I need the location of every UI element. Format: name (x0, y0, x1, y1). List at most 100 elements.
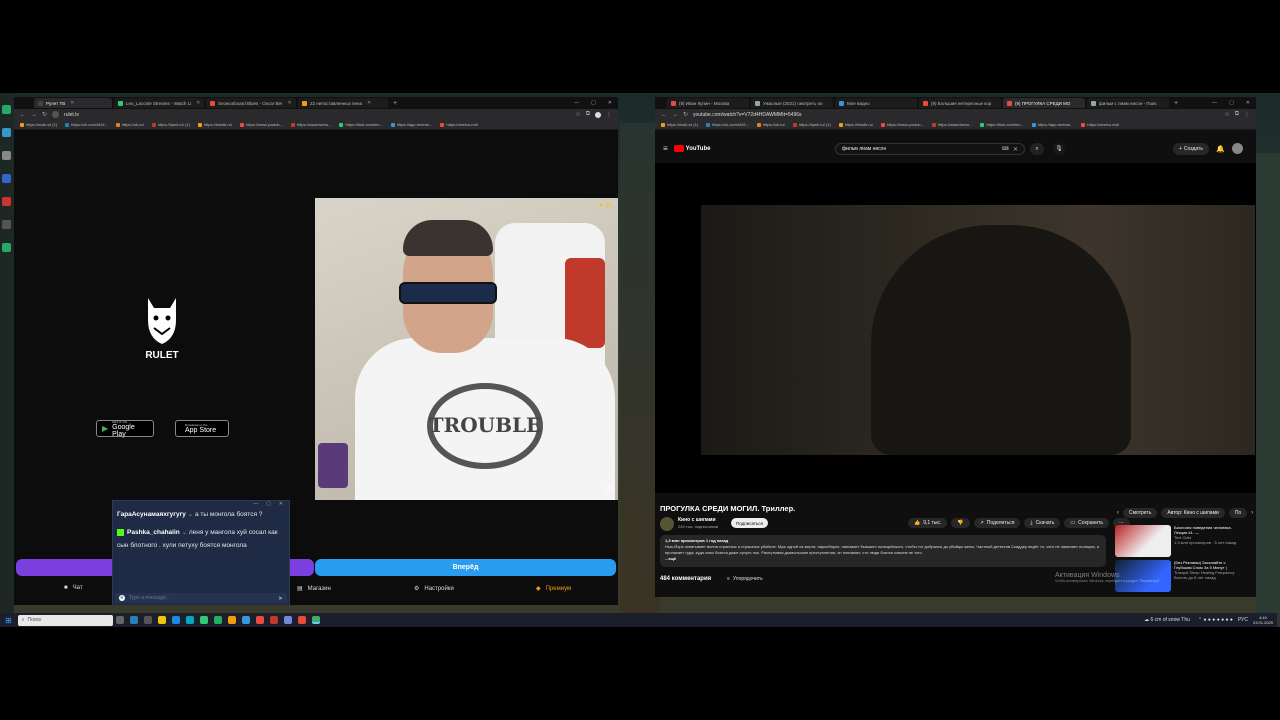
close-icon[interactable]: ✕ (279, 501, 283, 508)
search-icon[interactable]: ⌕ (1030, 143, 1044, 155)
star-icon[interactable]: ☆ (575, 111, 580, 118)
save-button[interactable]: ▭ Сохранить (1064, 518, 1109, 528)
yt-avatar[interactable] (1232, 143, 1243, 154)
chat-input[interactable] (129, 595, 274, 601)
bookmark-item[interactable]: https://vk.com/id19... (65, 122, 108, 127)
bookmark-item[interactable]: https://mail.ru/ (1) (20, 122, 57, 127)
reload-icon[interactable]: ↻ (683, 111, 688, 118)
language-indicator[interactable]: РУС (1238, 617, 1248, 623)
minimize-icon[interactable]: — (574, 100, 579, 106)
close-icon[interactable]: ✕ (70, 100, 74, 106)
description-box[interactable]: 1,3 млн просмотров 1 год назад Нью-Йорк … (660, 535, 1106, 567)
taskbar-app-icon[interactable] (255, 616, 264, 624)
download-button[interactable]: ⤓ Скачать (1024, 518, 1061, 528)
maximize-icon[interactable]: ▢ (591, 100, 596, 106)
bookmark-item[interactable]: https://www.twmo... (931, 122, 972, 127)
bookmark-item[interactable]: https://kinotk.ru/ (838, 122, 873, 127)
bookmark-item[interactable]: https://ok.ru/ (756, 122, 785, 127)
windows-start-icon[interactable]: ⊞ (5, 616, 12, 625)
back-icon[interactable]: ← (661, 112, 667, 118)
channel-name[interactable]: Кино с шипами (678, 517, 716, 523)
youtube-logo-icon[interactable] (673, 145, 684, 152)
desktop-app-icon[interactable] (2, 151, 11, 160)
bookmark-item[interactable]: https://kick.com/leo... (980, 122, 1024, 127)
right-tab-1[interactable]: Ужасные (2021) смотреть он (751, 98, 833, 108)
chip[interactable]: По (1228, 508, 1248, 518)
bookmark-item[interactable]: https://zeetvo.md/ (1081, 122, 1119, 127)
bookmark-item[interactable]: https://kpnil.ru/ (1) (792, 122, 831, 127)
desktop-app-icon[interactable] (2, 128, 11, 137)
close-icon[interactable]: ✕ (196, 100, 200, 106)
bookmark-item[interactable]: https://app.rentme... (1031, 122, 1073, 127)
bookmark-item[interactable]: https://mail.ru/ (1) (661, 122, 698, 127)
dislike-button[interactable]: 👎 (951, 518, 970, 528)
left-tab-0[interactable]: Рулет ТВ ✕ (34, 98, 112, 108)
left-tab-3[interactable]: 22 непоставленных пена ✕ (298, 98, 388, 108)
close-icon[interactable]: ✕ (367, 100, 371, 106)
bookmark-item[interactable]: https://www.twmo... (290, 122, 331, 127)
clock[interactable]: 4:40 23.01.2025 (1253, 615, 1273, 625)
create-button[interactable]: + Создать (1173, 143, 1209, 155)
taskbar-app-icon[interactable] (297, 616, 306, 624)
tray-icons[interactable]: ⌃ ● ● ● ● ● ● ● (1198, 617, 1233, 623)
close-window-icon[interactable]: ✕ (608, 100, 612, 106)
bookmark-item[interactable]: https://kick.com/leo... (339, 122, 383, 127)
new-tab-button[interactable]: + (393, 100, 397, 107)
chat-username[interactable]: Pashka_chahalin (127, 529, 180, 536)
taskbar-search[interactable]: ⌕ Поиск (17, 614, 113, 626)
left-tab-1[interactable]: Leo_Lacoste Streams - Watch Li ✕ (114, 98, 204, 108)
taskbar-app-icon[interactable] (241, 616, 250, 624)
forward-icon[interactable]: → (31, 112, 37, 118)
share-button[interactable]: ↗ Поделиться (973, 518, 1021, 528)
desktop-app-icon[interactable] (2, 174, 11, 183)
bookmark-item[interactable]: https://www.youtub... (240, 122, 283, 127)
minimize-icon[interactable]: — (253, 501, 258, 508)
reload-icon[interactable]: ↻ (42, 111, 47, 118)
chevron-left-icon[interactable]: ‹ (1117, 510, 1119, 516)
chip[interactable]: Автор: Кино с шипами (1161, 508, 1225, 518)
nav-shop[interactable]: ▤ Магазин (297, 585, 331, 593)
bookmark-item[interactable]: https://zeetvo.md/ (440, 122, 478, 127)
minimize-icon[interactable]: — (1212, 100, 1217, 106)
extensions-icon[interactable]: ⧉ (586, 111, 590, 118)
menu-icon[interactable]: ⋮ (606, 111, 612, 118)
nav-premium[interactable]: ◆ Премиум (536, 585, 571, 593)
star-icon[interactable]: ☆ (1224, 111, 1229, 118)
bookmark-item[interactable]: https://kpnil.ru/ (1) (151, 122, 190, 127)
yt-search-input[interactable]: фильм лиам нисон (842, 146, 998, 152)
bookmark-item[interactable]: https://app.rentme... (390, 122, 432, 127)
taskbar-app-icon[interactable] (129, 616, 138, 624)
subscribe-button[interactable]: Подписаться (731, 518, 768, 528)
send-icon[interactable]: ➤ (278, 595, 283, 602)
new-tab-button[interactable]: + (1174, 100, 1178, 107)
chevron-right-icon[interactable]: › (1251, 510, 1253, 516)
taskbar-app-icon[interactable] (213, 616, 222, 624)
like-button[interactable]: 👍 9,1 тыс. (908, 518, 948, 528)
nav-chat[interactable]: ■ Чат (64, 585, 83, 591)
desktop-app-icon[interactable] (2, 197, 11, 206)
taskbar-app-icon[interactable] (283, 616, 292, 624)
video-player[interactable] (655, 163, 1256, 493)
clear-icon[interactable]: ✕ (1013, 146, 1018, 153)
chat-username[interactable]: ГараАсунамаяхгугугу (117, 511, 186, 518)
camera-settings-icon[interactable]: ⛭ (606, 484, 612, 494)
show-more[interactable]: ...ещё (665, 556, 1101, 562)
chip[interactable]: Смотреть (1123, 508, 1158, 518)
taskbar-app-icon[interactable] (311, 616, 320, 624)
keyboard-icon[interactable]: ⌨ (1002, 146, 1009, 152)
taskbar-app-icon[interactable] (143, 616, 152, 624)
next-button[interactable]: Вперёд (315, 559, 616, 576)
left-tab-2[interactable]: Snowonboard Blues - Oscar Ber ✕ (206, 98, 296, 108)
bookmark-item[interactable]: https://kinotk.ru/ (197, 122, 232, 127)
bookmark-item[interactable]: https://www.youtub... (881, 122, 924, 127)
yt-search-box[interactable]: фильм лиам нисон ⌨ ✕ (835, 143, 1025, 155)
right-tab-2[interactable]: Мое видео (835, 98, 917, 108)
forward-icon[interactable]: → (672, 112, 678, 118)
notifications-icon[interactable]: 🔔 (1216, 145, 1225, 153)
maximize-icon[interactable]: ▢ (266, 501, 271, 508)
channel-avatar[interactable] (660, 517, 674, 531)
maximize-icon[interactable]: ▢ (1229, 100, 1234, 106)
close-icon[interactable]: ✕ (288, 100, 292, 106)
weather-widget[interactable]: ☁ 6 cm of snow Thu (1144, 617, 1190, 623)
google-play-button[interactable]: ▶ GET IT ON Google Play (96, 420, 154, 438)
